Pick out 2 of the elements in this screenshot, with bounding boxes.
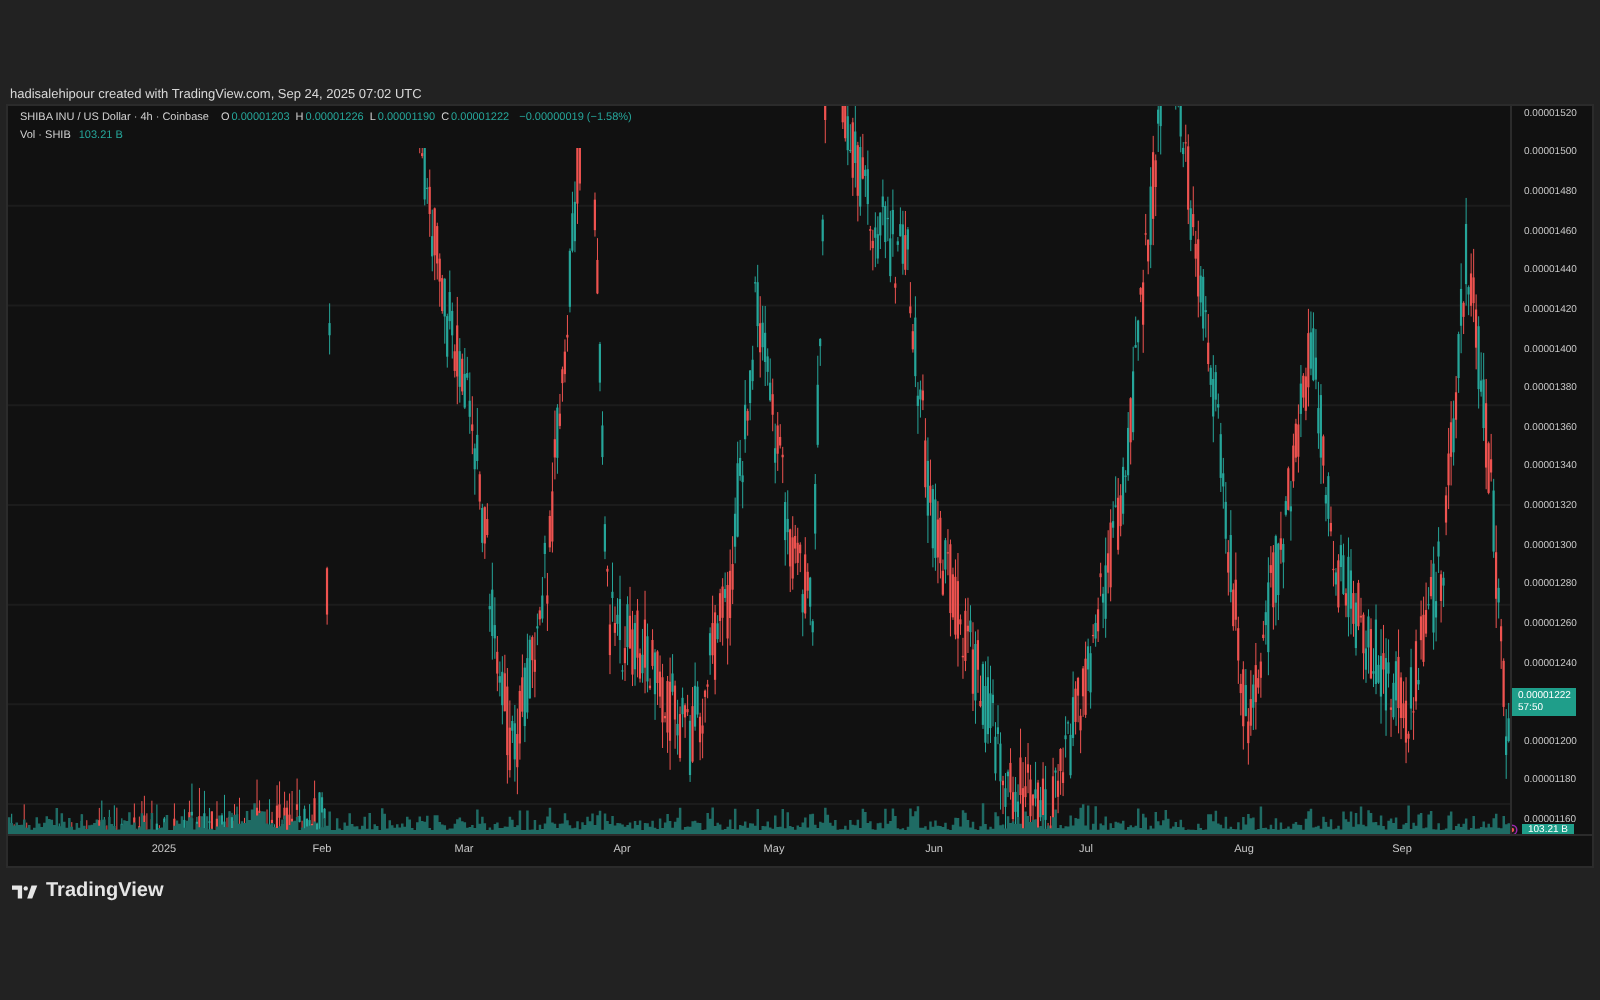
tradingview-logo-icon (12, 883, 38, 899)
brand-name: TradingView (46, 880, 164, 902)
